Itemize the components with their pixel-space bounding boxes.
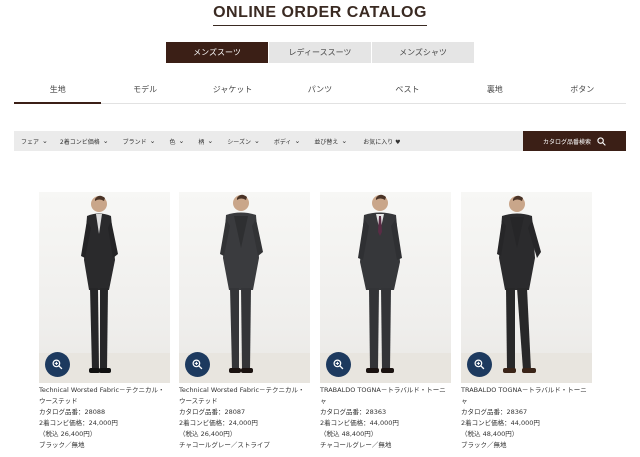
zoom-in-icon [192, 359, 203, 370]
product-name[interactable]: Technical Worsted Fabric－テクニカル・ウーステッド [39, 385, 170, 407]
color-pattern: チャコールグレー／ストライプ [179, 441, 270, 449]
filter-color[interactable]: 色 ⌄ [169, 137, 184, 146]
chevron-down-icon: ⌄ [178, 137, 185, 145]
chevron-down-icon: ⌄ [207, 137, 214, 145]
catalog-number: カタログ品番：28363 [320, 408, 387, 416]
chevron-down-icon: ⌄ [102, 137, 109, 145]
tax-price: （税込 26,400円） [179, 430, 237, 438]
product-card[interactable]: Technical Worsted Fabric－テクニカル・ウーステッド カタ… [179, 192, 310, 451]
zoom-button[interactable] [326, 352, 351, 377]
zoom-in-icon [52, 359, 63, 370]
chevron-down-icon: ⌄ [341, 137, 348, 145]
sub-tab-button[interactable]: ボタン [539, 82, 626, 103]
tab-mens-shirts[interactable]: メンズシャツ [372, 42, 474, 63]
filter-label: 色 [169, 138, 176, 146]
combo-price: 2着コンビ価格：24,000円 [39, 419, 118, 427]
filter-label: 柄 [198, 138, 205, 146]
product-name[interactable]: Technical Worsted Fabric－テクニカル・ウーステッド [179, 385, 310, 407]
zoom-button[interactable] [185, 352, 210, 377]
product-info: Technical Worsted Fabric－テクニカル・ウーステッド カタ… [39, 385, 170, 451]
filter-label: フェア [21, 138, 40, 146]
color-pattern: ブラック／無地 [461, 441, 507, 449]
zoom-button[interactable] [45, 352, 70, 377]
filter-sort[interactable]: 並び替え ⌄ [314, 137, 347, 146]
sub-tab-jacket[interactable]: ジャケット [189, 82, 276, 103]
filter-combo-price[interactable]: 2着コンビ価格 ⌄ [60, 137, 109, 146]
chevron-down-icon: ⌄ [253, 137, 260, 145]
tab-ladies-suits[interactable]: レディーススーツ [269, 42, 371, 63]
tax-price: （税込 48,400円） [461, 430, 519, 438]
page-title-wrap: ONLINE ORDER CATALOG [0, 2, 640, 26]
filter-label: シーズン [227, 138, 251, 146]
tax-price: （税込 26,400円） [39, 430, 97, 438]
catalog-number: カタログ品番：28087 [179, 408, 246, 416]
catalog-search-button[interactable]: カタログ品番検索 [523, 131, 626, 151]
product-name[interactable]: TRABALDO TOGNA－トラバルド・トーニャ [320, 385, 451, 407]
product-card[interactable]: TRABALDO TOGNA－トラバルド・トーニャ カタログ品番：28367 2… [461, 192, 592, 451]
page-title: ONLINE ORDER CATALOG [213, 4, 427, 26]
search-icon [597, 136, 606, 146]
combo-price: 2着コンビ価格：44,000円 [320, 419, 399, 427]
chevron-down-icon: ⌄ [149, 137, 156, 145]
filter-body[interactable]: ボディ ⌄ [274, 137, 300, 146]
filter-pattern[interactable]: 柄 ⌄ [198, 137, 213, 146]
favorites-filter[interactable]: お気に入り ♥ [363, 137, 400, 146]
sub-tab-fabric[interactable]: 生地 [14, 82, 102, 104]
sub-tab-lining[interactable]: 裏地 [451, 82, 538, 103]
chevron-down-icon: ⌄ [294, 137, 301, 145]
product-photo[interactable] [320, 192, 451, 383]
sub-tab-vest[interactable]: ベスト [364, 82, 451, 103]
zoom-button[interactable] [467, 352, 492, 377]
catalog-number: カタログ品番：28088 [39, 408, 106, 416]
chevron-down-icon: ⌄ [42, 137, 48, 145]
combo-price: 2着コンビ価格：24,000円 [179, 419, 258, 427]
filter-label: ボディ [273, 138, 292, 146]
product-photo[interactable] [179, 192, 310, 383]
filter-label: 2着コンビ価格 [59, 138, 100, 146]
product-card[interactable]: Technical Worsted Fabric－テクニカル・ウーステッド カタ… [39, 192, 170, 451]
sub-tabs: 生地 モデル ジャケット パンツ ベスト 裏地 ボタン [14, 82, 626, 104]
color-pattern: チャコールグレー／無地 [320, 441, 392, 449]
sub-tab-pants[interactable]: パンツ [276, 82, 363, 103]
tab-mens-suits[interactable]: メンズスーツ [166, 42, 268, 63]
product-info: Technical Worsted Fabric－テクニカル・ウーステッド カタ… [179, 385, 310, 451]
filter-bar: フェア ⌄ 2着コンビ価格 ⌄ ブランド ⌄ 色 ⌄ 柄 ⌄ シーズン ⌄ ボディ ⌄ 並び替… [14, 131, 626, 151]
filter-fair[interactable]: フェア ⌄ [21, 137, 48, 146]
catalog-number: カタログ品番：28367 [461, 408, 528, 416]
filter-label: 並び替え [314, 138, 339, 146]
zoom-in-icon [333, 359, 344, 370]
combo-price: 2着コンビ価格：44,000円 [461, 419, 540, 427]
product-info: TRABALDO TOGNA－トラバルド・トーニャ カタログ品番：28367 2… [461, 385, 592, 451]
product-photo[interactable] [461, 192, 592, 383]
product-info: TRABALDO TOGNA－トラバルド・トーニャ カタログ品番：28363 2… [320, 385, 451, 451]
search-button-label: カタログ品番検索 [542, 138, 591, 146]
product-card[interactable]: TRABALDO TOGNA－トラバルド・トーニャ カタログ品番：28363 2… [320, 192, 451, 451]
tax-price: （税込 48,400円） [320, 430, 378, 438]
filter-season[interactable]: シーズン ⌄ [227, 137, 260, 146]
filter-brand[interactable]: ブランド ⌄ [123, 137, 156, 146]
color-pattern: ブラック／無地 [39, 441, 85, 449]
product-photo[interactable] [39, 192, 170, 383]
product-name[interactable]: TRABALDO TOGNA－トラバルド・トーニャ [461, 385, 592, 407]
filter-label: ブランド [122, 138, 147, 146]
sub-tab-model[interactable]: モデル [101, 82, 188, 103]
zoom-in-icon [474, 359, 485, 370]
category-tabs: メンズスーツ レディーススーツ メンズシャツ [166, 42, 474, 63]
